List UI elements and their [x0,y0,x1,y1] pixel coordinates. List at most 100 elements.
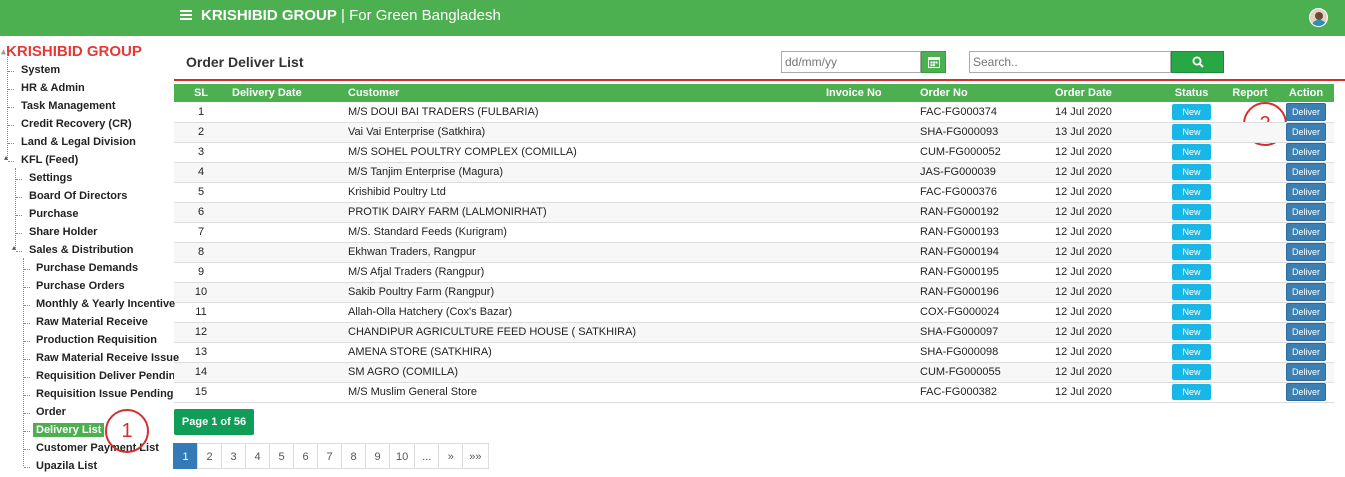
tree-connector [16,197,22,198]
page-link-5[interactable]: 5 [269,443,294,469]
sidebar-item-requisition-deliver-pending[interactable]: Requisition Deliver Pending [36,370,182,382]
deliver-button[interactable]: Deliver [1285,323,1326,341]
deliver-button[interactable]: Deliver [1285,263,1326,281]
status-badge-new[interactable]: New [1172,184,1211,200]
cell-invoice-no [822,262,916,283]
cell-invoice-no [822,322,916,343]
cell-report [1222,302,1278,323]
sidebar-item-land-and-legal-division[interactable]: Land & Legal Division [21,136,136,148]
page-link-2[interactable]: 2 [197,443,222,469]
status-badge-new[interactable]: New [1172,224,1211,240]
next-page-link[interactable]: » [438,443,464,469]
page-link-3[interactable]: 3 [221,443,246,469]
sidebar-item-monthly-and-yearly-incentive[interactable]: Monthly & Yearly Incentive [36,298,175,310]
status-badge-new[interactable]: New [1172,384,1211,400]
sidebar-item-task-management[interactable]: Task Management [21,100,116,112]
sidebar-item-raw-material-receive[interactable]: Raw Material Receive [36,316,148,328]
cell-order-date: 12 Jul 2020 [1051,362,1161,383]
page-link-7[interactable]: 7 [317,443,342,469]
user-avatar[interactable] [1309,8,1328,27]
calendar-button[interactable] [921,51,946,73]
cell-delivery-date [228,342,344,363]
cell-status: New [1161,122,1222,143]
table-row: 10 Sakib Poultry Farm (Rangpur) RAN-FG0001… [174,282,1334,303]
sidebar-item-production-requisition[interactable]: Production Requisition [36,334,157,346]
cell-status: New [1161,102,1222,123]
cell-order-no: SHA-FG000093 [916,122,1051,143]
cell-order-date: 12 Jul 2020 [1051,342,1161,363]
deliver-button[interactable]: Deliver [1285,243,1326,261]
sidebar-item-system[interactable]: System [21,64,60,76]
sidebar-item-board-of-directors[interactable]: Board Of Directors [29,190,127,202]
sidebar-item-credit-recovery-cr[interactable]: Credit Recovery (CR) [21,118,132,130]
sidebar-item-purchase[interactable]: Purchase [29,208,79,220]
deliver-button[interactable]: Deliver [1285,203,1326,221]
cell-order-no: SHA-FG000098 [916,342,1051,363]
sidebar-item-requisition-issue-pending[interactable]: Requisition Issue Pending [36,388,174,400]
cell-invoice-no [822,302,916,323]
page-link-6[interactable]: 6 [293,443,318,469]
status-badge-new[interactable]: New [1172,164,1211,180]
cell-order-no: COX-FG000024 [916,302,1051,323]
sidebar-item-delivery-list[interactable]: Delivery List [33,423,105,437]
sidebar-item-purchase-demands[interactable]: Purchase Demands [36,262,138,274]
page-link-8[interactable]: 8 [341,443,366,469]
sidebar-item-order[interactable]: Order [36,406,66,418]
status-badge-new[interactable]: New [1172,324,1211,340]
hamburger-icon[interactable] [180,10,192,22]
cell-sl: 2 [174,122,228,143]
cell-action: Deliver [1278,142,1334,163]
sidebar-item-settings[interactable]: Settings [29,172,72,184]
page-link-9[interactable]: 9 [365,443,390,469]
deliver-button[interactable]: Deliver [1285,283,1326,301]
deliver-button[interactable]: Deliver [1285,143,1326,161]
tree-connector [24,377,30,378]
status-badge-new[interactable]: New [1172,364,1211,380]
status-badge-new[interactable]: New [1172,244,1211,260]
deliver-button[interactable]: Deliver [1285,303,1326,321]
page-link-10[interactable]: 10 [389,443,416,469]
status-badge-new[interactable]: New [1172,124,1211,140]
deliver-button[interactable]: Deliver [1285,223,1326,241]
cell-status: New [1161,362,1222,383]
status-badge-new[interactable]: New [1172,144,1211,160]
status-badge-new[interactable]: New [1172,344,1211,360]
deliver-button[interactable]: Deliver [1285,183,1326,201]
status-badge-new[interactable]: New [1172,304,1211,320]
cell-delivery-date [228,362,344,383]
sidebar-item-hr-and-admin[interactable]: HR & Admin [21,82,85,94]
status-badge-new[interactable]: New [1172,284,1211,300]
status-badge-new[interactable]: New [1172,204,1211,220]
last-page-link[interactable]: »» [462,443,489,469]
sidebar-item-upazila-list[interactable]: Upazila List [36,460,97,472]
collapse-toggle-icon[interactable]: ▴ [12,243,16,252]
page-link-4[interactable]: 4 [245,443,270,469]
sidebar-item-share-holder[interactable]: Share Holder [29,226,97,238]
cell-action: Deliver [1278,262,1334,283]
table-header-row: SL Delivery Date Customer Invoice No Ord… [174,84,1334,102]
table-row: 9 M/S Afjal Traders (Rangpur) RAN-FG000195… [174,262,1334,283]
deliver-button[interactable]: Deliver [1285,363,1326,381]
status-badge-new[interactable]: New [1172,264,1211,280]
deliver-button[interactable]: Deliver [1285,163,1326,181]
sidebar-item-purchase-orders[interactable]: Purchase Orders [36,280,125,292]
page-link-1[interactable]: 1 [173,443,198,469]
deliver-button[interactable]: Deliver [1285,123,1326,141]
search-button[interactable] [1171,51,1224,73]
collapse-toggle-icon[interactable]: ▴ [4,153,8,162]
status-badge-new[interactable]: New [1172,103,1211,120]
cell-order-no: JAS-FG000039 [916,162,1051,183]
cell-sl: 9 [174,262,228,283]
deliver-button[interactable]: Deliver [1285,383,1326,401]
deliver-button[interactable]: Deliver [1285,343,1326,361]
tree-root[interactable]: ▴KRISHIBID GROUP [1,43,142,60]
sidebar-item-raw-material-receive-issue[interactable]: Raw Material Receive Issue [36,352,179,364]
cell-report [1222,122,1278,143]
tree-connector [16,251,22,252]
sidebar-item-kfl-feed[interactable]: KFL (Feed) [21,154,78,166]
search-input[interactable] [969,51,1171,73]
date-filter-input[interactable] [781,51,921,73]
col-header-sl: SL [174,84,228,102]
deliver-button[interactable]: Deliver [1285,102,1326,121]
sidebar-item-sales-and-distribution[interactable]: Sales & Distribution [29,244,134,256]
